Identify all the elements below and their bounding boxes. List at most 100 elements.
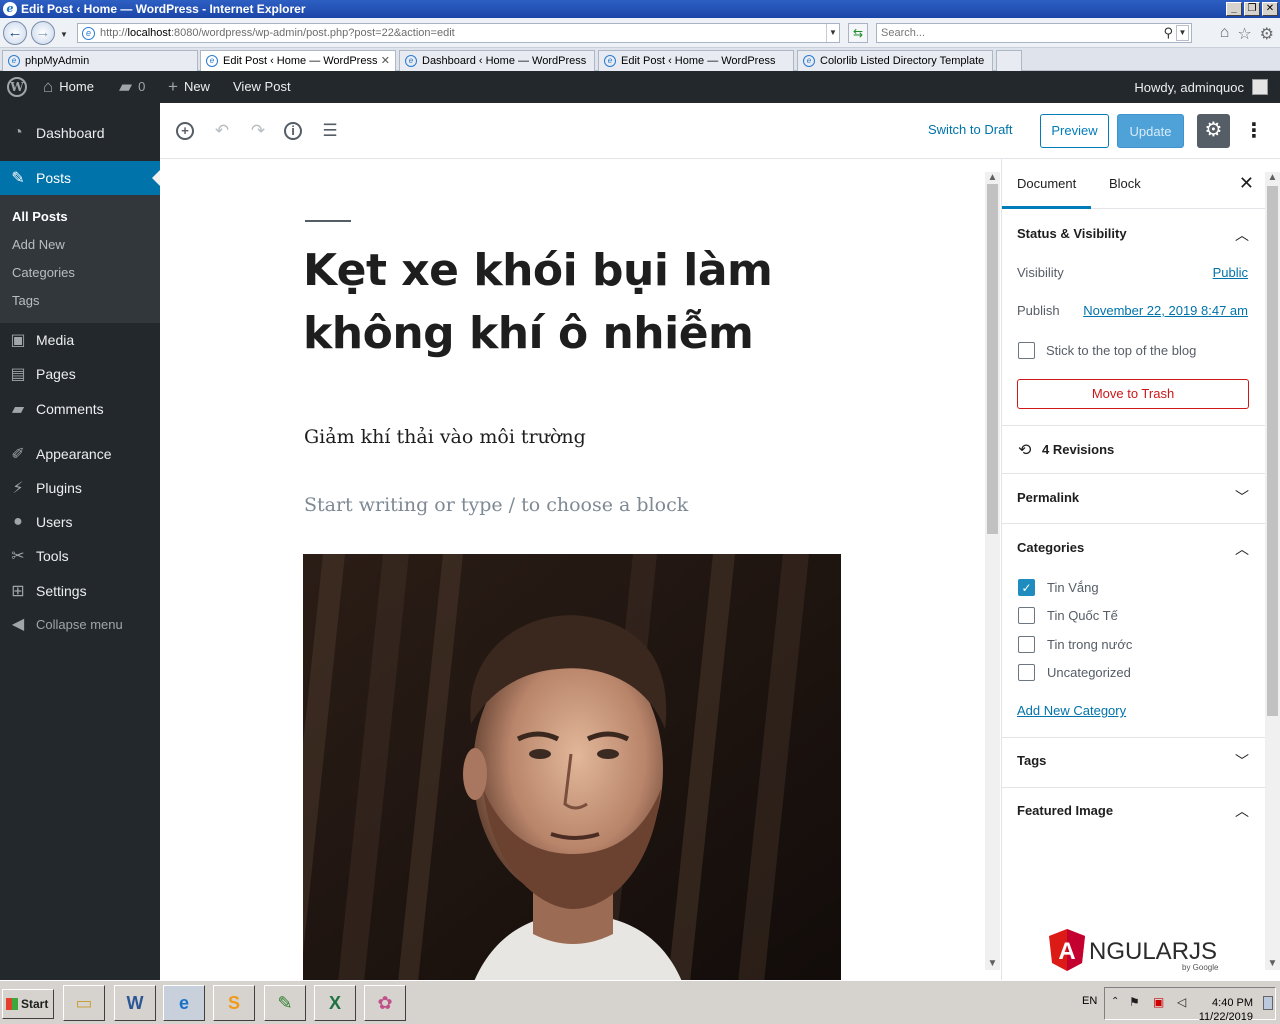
tools-gear-icon[interactable]: ⚙	[1260, 24, 1274, 44]
sidebar-item-pages[interactable]: ▤ Pages	[0, 357, 160, 391]
start-button[interactable]: Start	[2, 989, 54, 1019]
tab-phpmyadmin[interactable]: e phpMyAdmin	[2, 50, 198, 71]
switch-to-draft-button[interactable]: Switch to Draft	[928, 122, 1013, 137]
editor-scroll-thumb[interactable]	[987, 184, 998, 534]
home-icon[interactable]: ⌂	[1220, 24, 1230, 44]
chevron-up-icon[interactable]: ︿	[1235, 539, 1249, 559]
redo-icon[interactable]: ↷	[247, 120, 269, 142]
sidebar-scroll-thumb[interactable]	[1267, 186, 1278, 716]
tab-edit-post[interactable]: e Edit Post ‹ Home — WordPress	[598, 50, 794, 71]
paint-taskbar-button[interactable]: ✿	[364, 985, 406, 1021]
wp-logo-menu[interactable]: W	[7, 71, 27, 103]
sidebar-item-settings[interactable]: ⊞ Settings	[0, 574, 160, 608]
submenu-categories[interactable]: Categories	[12, 265, 75, 280]
category-checkbox-tin-vang[interactable]: ✓	[1018, 579, 1035, 596]
notepad-taskbar-button[interactable]: ✎	[264, 985, 306, 1021]
admin-bar-new[interactable]: + New	[168, 71, 210, 103]
update-button[interactable]: Update	[1117, 114, 1184, 148]
image-block[interactable]	[303, 554, 841, 980]
settings-gear-button[interactable]: ⚙	[1197, 114, 1230, 148]
tab-colorlib[interactable]: e Colorlib Listed Directory Template	[797, 50, 993, 71]
sidebar-item-dashboard[interactable]: ◔ Dashboard	[0, 116, 160, 150]
sidebar-item-plugins[interactable]: ⚡ Plugins	[0, 471, 160, 505]
search-icon[interactable]: ⚲	[1163, 25, 1173, 41]
sublime-taskbar-button[interactable]: S	[213, 985, 255, 1021]
tab-dashboard[interactable]: e Dashboard ‹ Home — WordPress	[399, 50, 595, 71]
minimize-button[interactable]: _	[1226, 2, 1242, 16]
publish-date-link[interactable]: November 22, 2019 8:47 am	[1083, 303, 1248, 318]
block-placeholder[interactable]: Start writing or type / to choose a bloc…	[304, 494, 688, 516]
undo-icon[interactable]: ↶	[211, 120, 233, 142]
sidebar-item-comments[interactable]: ▰ Comments	[0, 392, 160, 426]
network-icon[interactable]: ▣	[1153, 995, 1164, 1009]
sidebar-item-posts[interactable]: ✎ Posts	[0, 161, 160, 195]
clock[interactable]: 4:40 PM 11/22/2019	[1199, 996, 1253, 1024]
close-window-button[interactable]: ✕	[1262, 2, 1278, 16]
admin-bar-home[interactable]: ⌂ Home	[43, 71, 94, 103]
featured-image-panel-toggle[interactable]: Featured Image	[1017, 803, 1113, 818]
add-block-icon[interactable]: +	[176, 122, 194, 140]
submenu-all-posts[interactable]: All Posts	[12, 209, 68, 224]
favorites-star-icon[interactable]: ☆	[1237, 24, 1251, 44]
chevron-down-icon[interactable]: ﹀	[1235, 487, 1249, 507]
show-desktop-button[interactable]	[1263, 996, 1273, 1010]
paragraph-block[interactable]: Giảm khí thải vào môi trường	[304, 426, 586, 448]
back-button[interactable]: ←	[3, 21, 27, 45]
tab-document[interactable]: Document	[1002, 159, 1092, 209]
category-checkbox-tin-quoc-te[interactable]	[1018, 607, 1035, 624]
address-dropdown-icon[interactable]: ▼	[826, 24, 839, 42]
sidebar-scrollbar[interactable]: ▲ ▼	[1265, 172, 1280, 970]
restore-button[interactable]: ❐	[1244, 2, 1260, 16]
search-input[interactable]: Search... ⚲ ▼	[876, 23, 1192, 43]
tray-expand-icon[interactable]: ⌃	[1111, 996, 1119, 1007]
submenu-add-new[interactable]: Add New	[12, 237, 65, 252]
admin-bar-view-post[interactable]: View Post	[233, 71, 291, 103]
block-navigation-icon[interactable]: ☰	[319, 120, 341, 142]
visibility-link[interactable]: Public	[1213, 265, 1248, 280]
admin-bar-account[interactable]: Howdy, adminquoc	[1134, 71, 1268, 103]
history-dropdown-icon[interactable]: ▼	[60, 30, 68, 39]
sidebar-item-users[interactable]: ● Users	[0, 505, 160, 539]
collapse-menu-button[interactable]: ◀ Collapse menu	[0, 607, 160, 641]
category-checkbox-tin-trong-nuoc[interactable]	[1018, 636, 1035, 653]
scroll-up-icon[interactable]: ▲	[1265, 172, 1280, 184]
category-checkbox-uncategorized[interactable]	[1018, 664, 1035, 681]
move-to-trash-button[interactable]: Move to Trash	[1017, 379, 1249, 409]
chevron-up-icon[interactable]: ︿	[1235, 225, 1249, 245]
forward-button[interactable]: →	[31, 21, 55, 45]
categories-panel-toggle[interactable]: Categories	[1017, 540, 1084, 555]
more-options-icon[interactable]: ⋮	[1244, 118, 1264, 144]
add-new-category-link[interactable]: Add New Category	[1017, 703, 1126, 718]
address-input[interactable]: e http://localhost:8080/wordpress/wp-admi…	[77, 23, 840, 43]
tab-edit-post-active[interactable]: e Edit Post ‹ Home — WordPress ✕	[200, 50, 396, 72]
sidebar-item-media[interactable]: ▣ Media	[0, 323, 160, 357]
sidebar-item-appearance[interactable]: ✐ Appearance	[0, 437, 160, 471]
explorer-taskbar-button[interactable]: ▭	[63, 985, 105, 1021]
action-center-flag-icon[interactable]: ⚑	[1129, 995, 1140, 1009]
scroll-down-icon[interactable]: ▼	[1265, 958, 1280, 970]
sidebar-item-tools[interactable]: ✂ Tools	[0, 539, 160, 573]
tags-panel-toggle[interactable]: Tags	[1017, 753, 1046, 768]
post-title[interactable]: Kẹt xe khói bụi làm không khí ô nhiễm	[303, 239, 823, 365]
close-sidebar-icon[interactable]: ✕	[1239, 173, 1254, 194]
search-dropdown-icon[interactable]: ▼	[1176, 25, 1189, 41]
language-indicator[interactable]: EN	[1082, 995, 1097, 1007]
chevron-down-icon[interactable]: ﹀	[1235, 751, 1249, 771]
word-taskbar-button[interactable]: W	[114, 985, 156, 1021]
scroll-down-icon[interactable]: ▼	[985, 958, 1000, 970]
editor-scrollbar[interactable]: ▲ ▼	[985, 172, 1000, 970]
permalink-panel-toggle[interactable]: Permalink	[1017, 490, 1079, 505]
ie-taskbar-button[interactable]: e	[163, 985, 205, 1021]
stick-to-top-checkbox[interactable]	[1018, 342, 1035, 359]
submenu-tags[interactable]: Tags	[12, 293, 39, 308]
tab-close-icon[interactable]: ✕	[381, 54, 390, 67]
new-tab-button[interactable]	[996, 50, 1022, 71]
status-visibility-panel-toggle[interactable]: Status & Visibility	[1017, 226, 1127, 241]
revisions-link[interactable]: 4 Revisions	[1042, 442, 1114, 457]
excel-taskbar-button[interactable]: X	[314, 985, 356, 1021]
tab-block[interactable]: Block	[1094, 159, 1156, 209]
chevron-up-icon[interactable]: ︿	[1235, 801, 1249, 821]
preview-button[interactable]: Preview	[1040, 114, 1109, 148]
scroll-up-icon[interactable]: ▲	[985, 172, 1000, 184]
refresh-button[interactable]: ⇆	[848, 23, 868, 43]
